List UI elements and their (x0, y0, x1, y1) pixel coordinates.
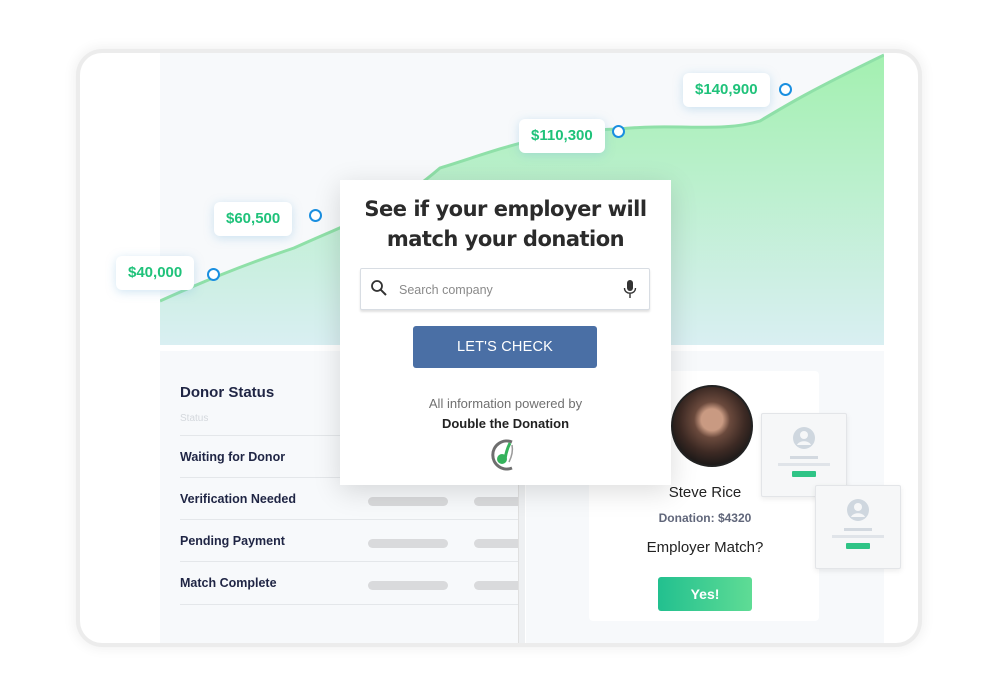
company-search-box[interactable] (360, 268, 650, 310)
user-icon (793, 427, 815, 449)
data-point[interactable] (207, 268, 220, 281)
status-indicator (792, 471, 816, 477)
status-indicator (846, 543, 870, 549)
powered-by-text: All information powered by (428, 396, 583, 411)
placeholder-bar (368, 539, 448, 548)
donor-status-title: Donor Status (180, 384, 275, 401)
employer-match-question: Employer Match? (646, 539, 764, 556)
user-icon (847, 499, 869, 521)
placeholder-line (778, 463, 830, 466)
placeholder-line (844, 528, 872, 531)
placeholder-bar (368, 581, 448, 590)
data-label: $60,500 (214, 202, 293, 236)
data-label: $140,900 (683, 73, 770, 107)
status-label: Pending Payment (180, 534, 285, 548)
title-line-1: See if your employer will (364, 197, 647, 221)
scrollbar[interactable] (518, 483, 525, 643)
placeholder-bar (474, 497, 524, 506)
microphone-icon[interactable] (623, 279, 637, 299)
lets-check-button[interactable]: LET'S CHECK (413, 326, 597, 368)
status-row[interactable]: Match Complete (180, 561, 524, 605)
title-line-2: match your donation (386, 227, 625, 251)
brand-name: Double the Donation (441, 416, 570, 431)
company-search-input[interactable] (397, 279, 611, 301)
status-label: Verification Needed (180, 492, 297, 506)
search-icon (371, 280, 387, 296)
status-label: Match Complete (180, 576, 277, 590)
placeholder-line (790, 456, 818, 459)
placeholder-bar (474, 581, 524, 590)
status-label: Waiting for Donor (180, 450, 286, 464)
data-point[interactable] (309, 209, 322, 222)
double-the-donation-logo (491, 439, 514, 471)
modal-title: See if your employer will match your don… (340, 194, 671, 254)
status-column-header: Status (180, 413, 209, 424)
data-label: $110,300 (519, 119, 605, 153)
status-row[interactable]: Pending Payment (180, 519, 524, 562)
avatar (671, 385, 753, 467)
placeholder-bar (368, 497, 448, 506)
yes-button[interactable]: Yes! (658, 577, 752, 611)
data-label: $40,000 (116, 256, 195, 290)
data-point[interactable] (779, 83, 792, 96)
donation-amount: Donation: $4320 (658, 511, 752, 525)
placeholder-bar (474, 539, 524, 548)
donor-mini-card[interactable] (815, 485, 901, 569)
data-point[interactable] (612, 125, 625, 138)
placeholder-line (832, 535, 884, 538)
employer-match-modal: See if your employer will match your don… (340, 180, 671, 485)
